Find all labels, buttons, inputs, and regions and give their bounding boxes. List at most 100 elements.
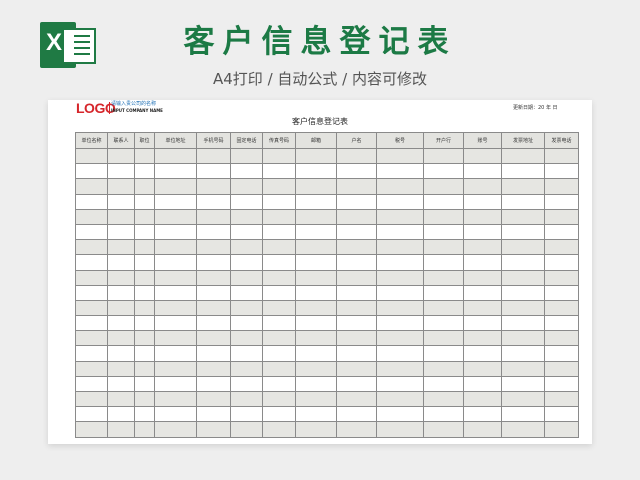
- table-cell[interactable]: [295, 330, 337, 347]
- table-cell[interactable]: [230, 421, 263, 438]
- table-cell[interactable]: [196, 375, 231, 393]
- table-cell[interactable]: [501, 193, 545, 210]
- table-cell[interactable]: [501, 345, 545, 362]
- table-cell[interactable]: [544, 421, 579, 438]
- table-cell[interactable]: [134, 147, 155, 165]
- table-cell[interactable]: [463, 163, 502, 180]
- table-cell[interactable]: [75, 421, 108, 438]
- table-cell[interactable]: [463, 147, 502, 165]
- table-cell[interactable]: [107, 223, 135, 241]
- table-cell[interactable]: [295, 254, 337, 271]
- table-cell[interactable]: [134, 284, 155, 301]
- table-cell[interactable]: [544, 330, 579, 347]
- table-cell[interactable]: [107, 421, 135, 438]
- table-cell[interactable]: [463, 375, 502, 393]
- table-cell[interactable]: [295, 223, 337, 241]
- table-cell[interactable]: [75, 330, 108, 347]
- table-cell[interactable]: [376, 254, 424, 271]
- table-cell[interactable]: [544, 284, 579, 301]
- table-cell[interactable]: [107, 345, 135, 362]
- table-cell[interactable]: [423, 390, 464, 408]
- table-cell[interactable]: [336, 163, 377, 180]
- table-cell[interactable]: [295, 269, 337, 286]
- table-cell[interactable]: [544, 239, 579, 256]
- table-cell[interactable]: [544, 345, 579, 362]
- table-cell[interactable]: [295, 421, 337, 438]
- table-cell[interactable]: [463, 269, 502, 286]
- table-cell[interactable]: [336, 284, 377, 301]
- table-cell[interactable]: [501, 284, 545, 301]
- table-cell[interactable]: [75, 147, 108, 165]
- table-cell[interactable]: [423, 239, 464, 256]
- table-cell[interactable]: [75, 239, 108, 256]
- table-cell[interactable]: [501, 254, 545, 271]
- table-cell[interactable]: [134, 421, 155, 438]
- table-cell[interactable]: [423, 284, 464, 301]
- table-cell[interactable]: [295, 360, 337, 377]
- table-cell[interactable]: [463, 193, 502, 210]
- table-cell[interactable]: [134, 299, 155, 317]
- table-cell[interactable]: [134, 330, 155, 347]
- table-cell[interactable]: [134, 223, 155, 241]
- table-cell[interactable]: [295, 178, 337, 195]
- table-cell[interactable]: [75, 269, 108, 286]
- table-cell[interactable]: [423, 254, 464, 271]
- table-cell[interactable]: [336, 178, 377, 195]
- table-cell[interactable]: [196, 360, 231, 377]
- table-cell[interactable]: [262, 269, 296, 286]
- table-cell[interactable]: [544, 223, 579, 241]
- table-cell[interactable]: [75, 390, 108, 408]
- table-cell[interactable]: [230, 390, 263, 408]
- table-cell[interactable]: [75, 360, 108, 377]
- table-cell[interactable]: [262, 315, 296, 332]
- table-cell[interactable]: [423, 406, 464, 423]
- table-cell[interactable]: [376, 375, 424, 393]
- table-cell[interactable]: [196, 239, 231, 256]
- table-cell[interactable]: [134, 315, 155, 332]
- table-cell[interactable]: [295, 315, 337, 332]
- table-cell[interactable]: [501, 239, 545, 256]
- table-cell[interactable]: [75, 163, 108, 180]
- table-cell[interactable]: [230, 330, 263, 347]
- table-cell[interactable]: [544, 254, 579, 271]
- table-cell[interactable]: [295, 390, 337, 408]
- table-cell[interactable]: [376, 345, 424, 362]
- table-cell[interactable]: [230, 406, 263, 423]
- table-cell[interactable]: [262, 163, 296, 180]
- table-cell[interactable]: [154, 147, 197, 165]
- table-cell[interactable]: [463, 208, 502, 225]
- table-cell[interactable]: [262, 330, 296, 347]
- table-cell[interactable]: [336, 193, 377, 210]
- table-cell[interactable]: [107, 315, 135, 332]
- table-cell[interactable]: [262, 421, 296, 438]
- table-cell[interactable]: [376, 284, 424, 301]
- table-cell[interactable]: [134, 406, 155, 423]
- table-cell[interactable]: [134, 360, 155, 377]
- table-cell[interactable]: [230, 239, 263, 256]
- table-cell[interactable]: [295, 239, 337, 256]
- table-cell[interactable]: [423, 208, 464, 225]
- table-cell[interactable]: [230, 360, 263, 377]
- table-cell[interactable]: [501, 375, 545, 393]
- table-cell[interactable]: [230, 315, 263, 332]
- table-cell[interactable]: [463, 239, 502, 256]
- table-cell[interactable]: [196, 208, 231, 225]
- table-cell[interactable]: [230, 193, 263, 210]
- table-cell[interactable]: [154, 360, 197, 377]
- table-cell[interactable]: [196, 178, 231, 195]
- table-cell[interactable]: [154, 406, 197, 423]
- table-cell[interactable]: [423, 345, 464, 362]
- table-cell[interactable]: [544, 299, 579, 317]
- table-cell[interactable]: [544, 193, 579, 210]
- table-cell[interactable]: [134, 375, 155, 393]
- table-cell[interactable]: [107, 178, 135, 195]
- table-cell[interactable]: [262, 223, 296, 241]
- table-cell[interactable]: [463, 315, 502, 332]
- table-cell[interactable]: [376, 330, 424, 347]
- table-cell[interactable]: [230, 254, 263, 271]
- table-cell[interactable]: [376, 421, 424, 438]
- table-cell[interactable]: [230, 284, 263, 301]
- table-cell[interactable]: [336, 299, 377, 317]
- table-cell[interactable]: [262, 239, 296, 256]
- table-cell[interactable]: [501, 147, 545, 165]
